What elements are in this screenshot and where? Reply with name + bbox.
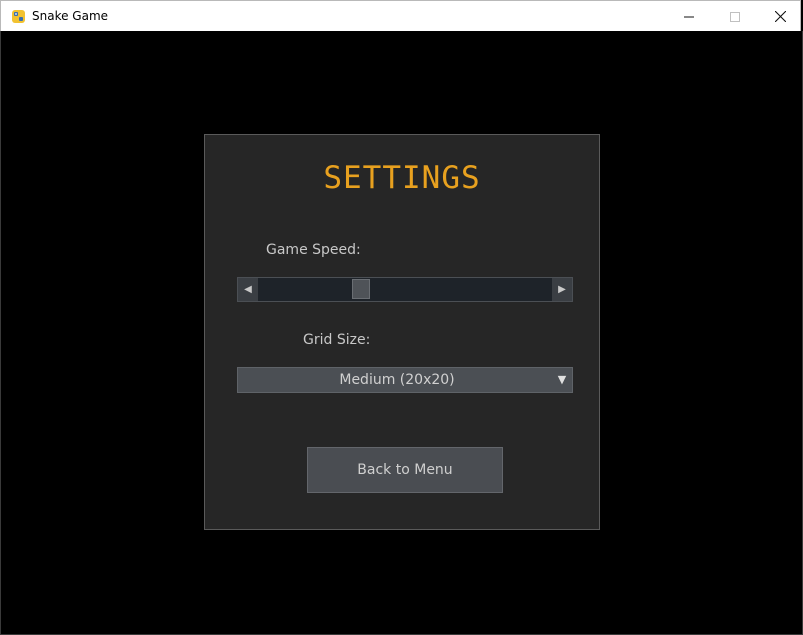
grid-size-selected: Medium (20x20) <box>339 372 455 388</box>
grid-size-dropdown[interactable]: Medium (20x20) ▼ <box>237 367 573 393</box>
slider-track[interactable] <box>258 278 552 301</box>
minimize-button[interactable] <box>666 1 712 32</box>
chevron-right-icon: ▶ <box>558 284 566 295</box>
back-to-menu-button[interactable]: Back to Menu <box>307 447 503 493</box>
game-speed-label: Game Speed: <box>266 242 361 258</box>
chevron-down-icon: ▼ <box>557 373 567 386</box>
title-bar: Snake Game <box>0 0 801 31</box>
settings-heading: SETTINGS <box>323 160 481 196</box>
close-button[interactable] <box>757 1 803 32</box>
close-icon <box>774 11 786 22</box>
game-speed-slider[interactable]: ◀ ▶ <box>237 277 573 302</box>
slider-decrease-button[interactable]: ◀ <box>238 278 258 301</box>
maximize-button[interactable] <box>712 1 758 32</box>
grid-size-label: Grid Size: <box>303 332 371 348</box>
python-snake-icon <box>11 9 26 24</box>
chevron-left-icon: ◀ <box>244 284 252 295</box>
minimize-icon <box>684 16 694 17</box>
window-title: Snake Game <box>32 9 109 23</box>
maximize-icon <box>730 11 740 22</box>
settings-panel: SETTINGS Game Speed: ◀ ▶ Grid Size: Medi… <box>204 134 600 530</box>
slider-increase-button[interactable]: ▶ <box>552 278 572 301</box>
slider-thumb[interactable] <box>352 279 370 299</box>
